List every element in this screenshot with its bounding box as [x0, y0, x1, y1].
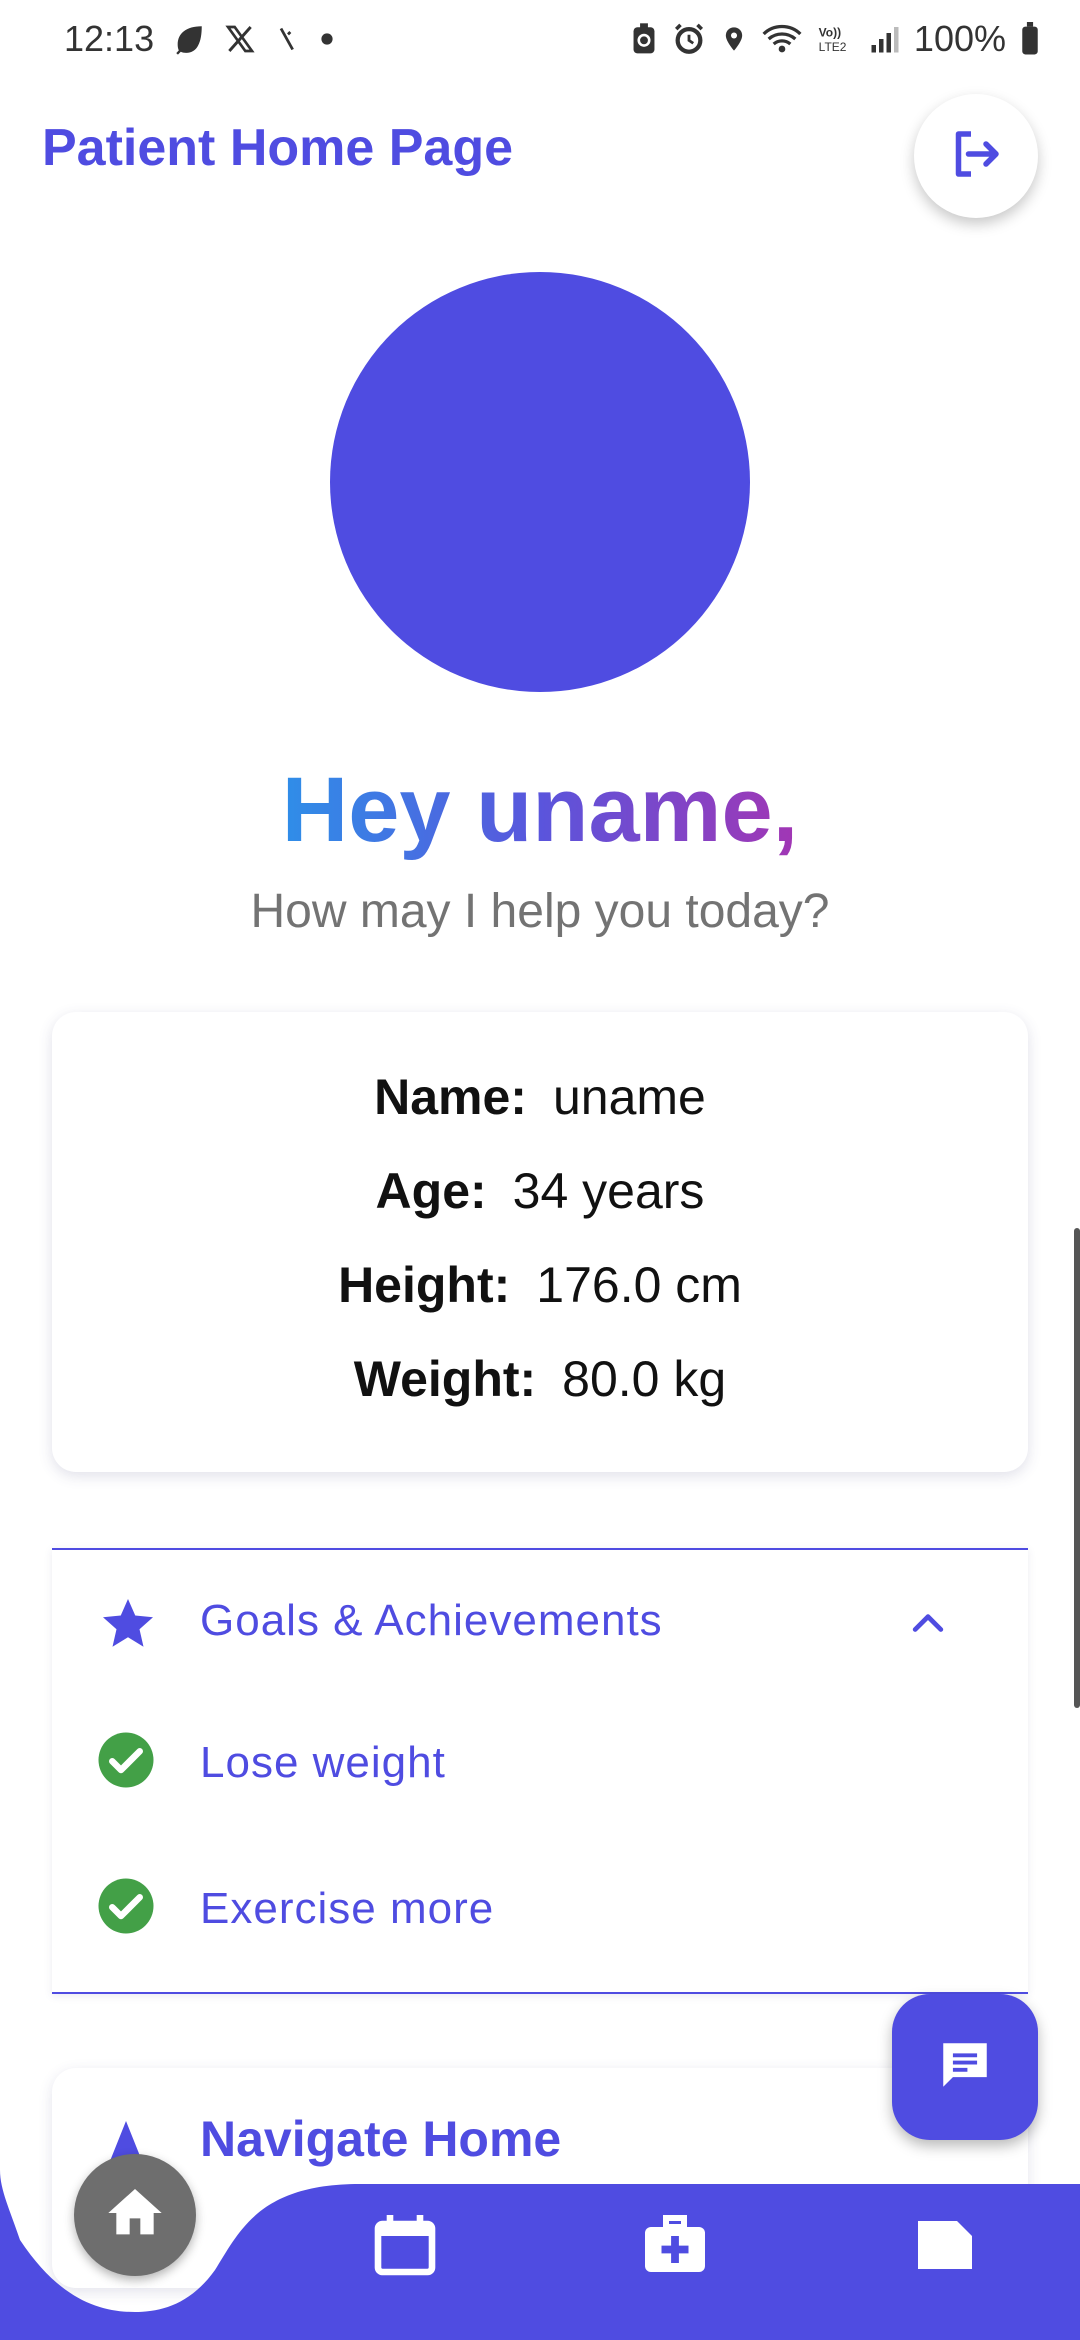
- page-title: Patient Home Page: [42, 119, 514, 177]
- greeting-title: Hey uname,: [0, 758, 1080, 863]
- status-time: 12:13: [64, 18, 155, 59]
- svg-text:Vo)): Vo)): [819, 25, 841, 39]
- age-label: Age:: [375, 1163, 487, 1219]
- avatar: [330, 272, 750, 692]
- weight-value: 80.0 kg: [562, 1351, 727, 1407]
- check-circle-icon: [96, 1730, 156, 1795]
- location-icon: [720, 22, 748, 56]
- height-value: 176.0 cm: [536, 1257, 742, 1313]
- nav-home-button[interactable]: [74, 2154, 196, 2276]
- dot-icon: [320, 32, 334, 46]
- star-icon: [98, 1594, 158, 1659]
- svg-text:LTE2: LTE2: [819, 40, 847, 54]
- goal-item[interactable]: Lose weight: [52, 1700, 1028, 1820]
- age-value: 34 years: [512, 1163, 705, 1219]
- battery-percent: 100%: [913, 18, 1006, 59]
- logout-icon: [946, 124, 1006, 189]
- wifi-icon: [762, 22, 802, 56]
- goal-label: Exercise more: [200, 1884, 495, 1933]
- calendar-icon: [369, 2209, 441, 2286]
- signal-icon: [870, 24, 900, 54]
- medical-kit-icon: [639, 2209, 711, 2286]
- age-row: Age: 34 years: [52, 1162, 1028, 1220]
- height-label: Height:: [338, 1257, 511, 1313]
- name-row: Name: uname: [52, 1068, 1028, 1126]
- goals-section: Goals & Achievements Lose weight Exercis…: [52, 1548, 1028, 1994]
- name-label: Name:: [374, 1069, 527, 1125]
- status-right: Vo)) LTE2 100%: [630, 18, 1040, 60]
- nav-notes-button[interactable]: [890, 2192, 1000, 2302]
- goal-label: Lose weight: [200, 1738, 446, 1787]
- note-icon: [909, 2209, 981, 2286]
- battery-icon: [1020, 22, 1040, 56]
- weight-row: Weight: 80.0 kg: [52, 1350, 1028, 1408]
- height-row: Height: 176.0 cm: [52, 1256, 1028, 1314]
- weight-label: Weight:: [353, 1351, 537, 1407]
- name-value: uname: [552, 1069, 706, 1125]
- goal-item[interactable]: Exercise more: [52, 1846, 1028, 1966]
- greeting-text: Hey uname,: [281, 759, 799, 861]
- alarm-icon: [672, 22, 706, 56]
- logout-button[interactable]: [914, 94, 1038, 218]
- status-bar: 12:13 Vo)) LTE2 100%: [0, 0, 1080, 80]
- status-left: 12:13: [64, 18, 334, 60]
- profile-info-card: Name: uname Age: 34 years Height: 176.0 cm …: [52, 1012, 1028, 1472]
- home-icon: [103, 2181, 167, 2250]
- battery-saver-icon: [630, 22, 658, 56]
- volte-icon: Vo)) LTE2: [816, 22, 856, 56]
- goals-title: Goals & Achievements: [200, 1596, 663, 1645]
- check-circle-icon: [96, 1876, 156, 1941]
- nav-medical-button[interactable]: [620, 2192, 730, 2302]
- navigate-home-title: Navigate Home: [200, 2111, 562, 2167]
- goals-header[interactable]: Goals & Achievements: [52, 1550, 1028, 1698]
- slash-icon: [274, 23, 302, 55]
- x-icon: [224, 23, 256, 55]
- chat-button[interactable]: [892, 1994, 1038, 2140]
- greeting-subtitle: How may I help you today?: [250, 885, 830, 938]
- patient-home-screen: 12:13 Vo)) LTE2 100% Patient Home Page H…: [0, 0, 1080, 2340]
- leaf-icon: [172, 22, 206, 56]
- chat-icon: [936, 2036, 994, 2099]
- chevron-up-icon[interactable]: [906, 1602, 950, 1651]
- nav-calendar-button[interactable]: [350, 2192, 460, 2302]
- scroll-indicator: [1074, 1228, 1080, 1708]
